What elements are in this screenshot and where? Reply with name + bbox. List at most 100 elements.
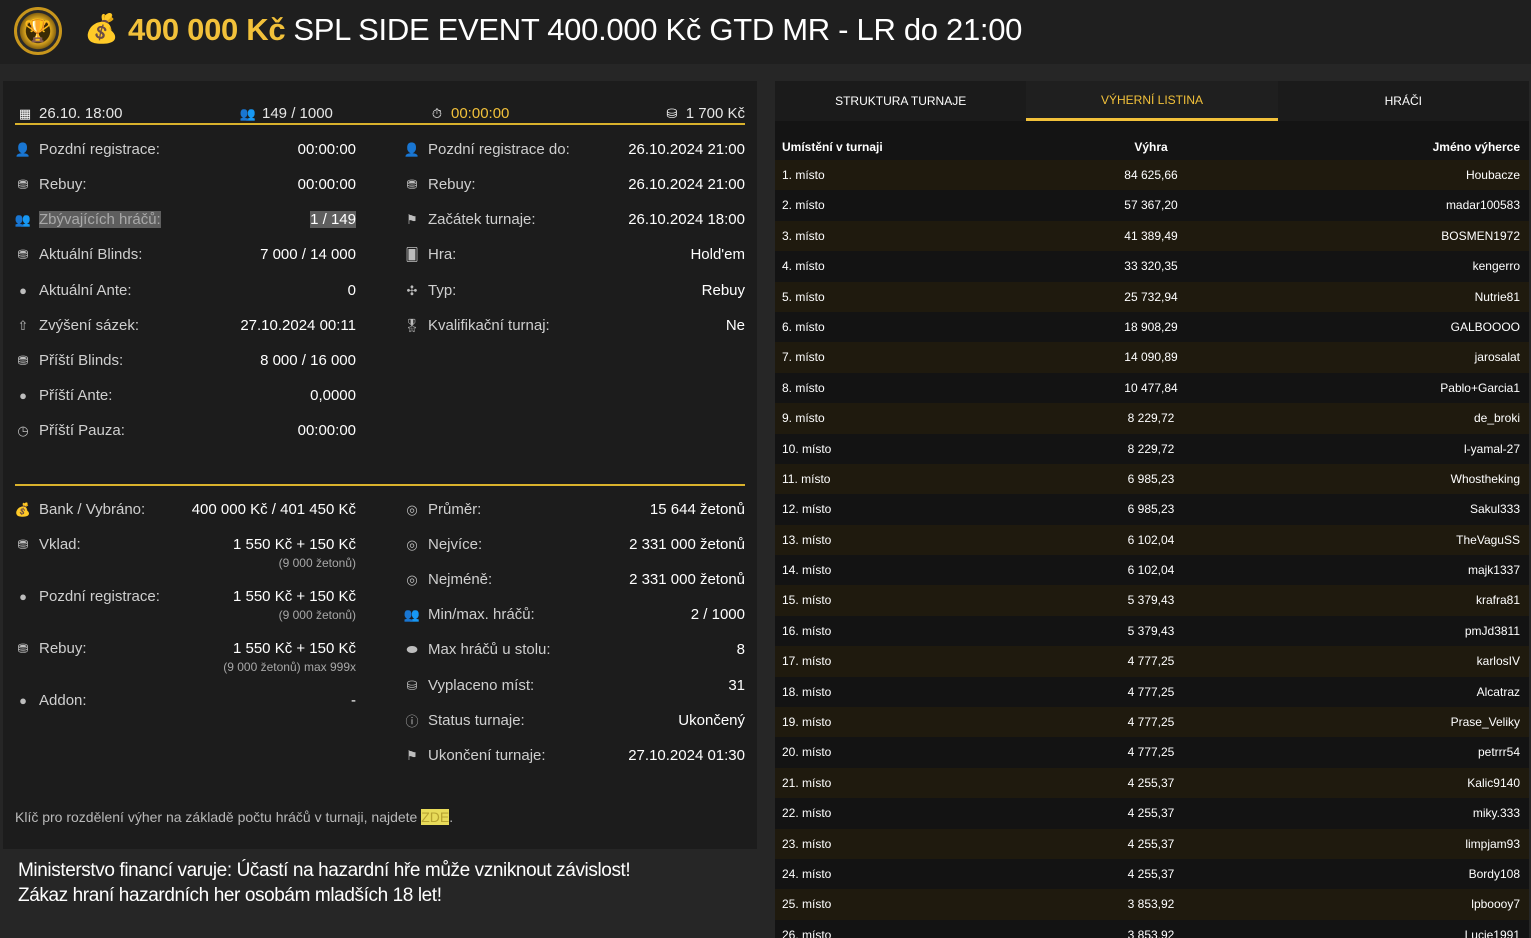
chips-icon: ⛃ xyxy=(17,246,29,262)
winner-cell: limpjam93 xyxy=(1465,836,1520,851)
winner-cell: Prase_Veliky xyxy=(1450,715,1520,730)
winner-cell: TheVaguSS xyxy=(1456,532,1520,547)
money-row: ◎ Nejvíce: 2 331 000 žetonů xyxy=(404,536,745,553)
winner-cell: Houbacze xyxy=(1465,168,1520,182)
winner-cell: Sakul333 xyxy=(1469,502,1520,517)
users-icon: 👥 xyxy=(403,606,421,622)
table-row: 12. místo 6 985,23 Sakul333 xyxy=(775,494,1529,525)
place-cell: 5. místo xyxy=(782,289,825,304)
prize-cell: 18 908,29 xyxy=(1124,319,1178,334)
poker-chip-icon: ◎ xyxy=(406,571,418,587)
gambling-warning: Ministerstvo financí varuje: Účastí na h… xyxy=(18,860,631,906)
chips-icon: ⛃ xyxy=(17,536,29,552)
prize-cell: 8 229,72 xyxy=(1127,441,1175,456)
place-cell: 25. místo xyxy=(782,897,832,912)
col-header-winner: Jméno výherce xyxy=(1432,140,1520,154)
money-row: ◎ Průměr: 15 644 žetonů xyxy=(404,501,745,518)
info-row: ⛃ Rebuy: 00:00:00 xyxy=(15,176,356,193)
table-row: 11. místo 6 985,23 Whostheking xyxy=(775,463,1529,495)
prize-cell: 5 379,43 xyxy=(1127,623,1175,638)
table-row: 21. místo 4 255,37 Kalic9140 xyxy=(775,767,1529,799)
prize-cell: 4 255,37 xyxy=(1127,866,1175,881)
chips-icon: ⛃ xyxy=(17,176,29,192)
winner-cell: Pablo+Garcia1 xyxy=(1440,380,1520,395)
payout-icon: ⛁ xyxy=(406,677,418,693)
flag-icon: ⚑ xyxy=(406,211,418,227)
info-row: ● Aktuální Ante: 0 xyxy=(15,282,356,299)
place-cell: 21. místo xyxy=(782,775,832,790)
prize-cell: 6 102,04 xyxy=(1127,532,1175,547)
prize-cell: 3 853,92 xyxy=(1127,927,1175,938)
info-icon: ⓘ xyxy=(405,714,419,729)
table-row: 14. místo 6 102,04 majk1337 xyxy=(775,555,1529,586)
place-cell: 26. místo xyxy=(782,927,832,938)
timer: ⏱ 00:00:00 xyxy=(429,105,509,122)
table-row: 8. místo 10 477,84 Pablo+Garcia1 xyxy=(775,372,1529,404)
place-cell: 14. místo xyxy=(782,563,832,578)
winner-cell: pmJd3811 xyxy=(1464,623,1520,638)
place-cell: 8. místo xyxy=(782,380,825,395)
winner-cell: karlosIV xyxy=(1476,654,1520,669)
winner-cell: Bordy108 xyxy=(1468,866,1520,881)
chip-icon: ● xyxy=(19,283,27,298)
prize-cell: 6 102,04 xyxy=(1127,563,1175,578)
info-row: ⚑ Začátek turnaje: 26.10.2024 18:00 xyxy=(404,211,745,228)
place-cell: 6. místo xyxy=(782,319,825,334)
winner-cell: de_broki xyxy=(1473,411,1520,426)
prize-cell: 8 229,72 xyxy=(1127,411,1175,426)
winner-cell: Kalic9140 xyxy=(1467,775,1520,790)
prize-cell: 84 625,66 xyxy=(1124,168,1178,182)
place-cell: 19. místo xyxy=(782,715,832,730)
winner-cell: krafra81 xyxy=(1475,593,1520,608)
place-cell: 22. místo xyxy=(782,806,832,821)
page-title: 400 000 Kč SPL SIDE EVENT 400.000 Kč GTD … xyxy=(128,12,1022,48)
player-count: 👥 149 / 1000 xyxy=(240,105,333,122)
calendar-icon: ▦ xyxy=(18,105,32,121)
prize-cell: 4 777,25 xyxy=(1127,684,1175,699)
stopwatch-icon: ⏱ xyxy=(431,105,443,121)
prize-cell: 4 255,37 xyxy=(1127,775,1175,790)
payout-key-link[interactable]: ZDE xyxy=(421,809,450,825)
poker-chip-icon: ◎ xyxy=(406,501,418,517)
prize-cell: 6 985,23 xyxy=(1127,471,1175,486)
table-row: 17. místo 4 777,25 karlosIV xyxy=(775,646,1529,677)
tab-payouts[interactable]: VÝHERNÍ LISTINA xyxy=(1026,81,1278,121)
table-row: 15. místo 5 379,43 krafra81 xyxy=(775,585,1529,616)
money-row: ● Addon: - xyxy=(15,692,356,709)
winner-cell: kengerro xyxy=(1472,259,1520,274)
place-cell: 9. místo xyxy=(782,411,825,426)
start-date: ▦ 26.10. 18:00 xyxy=(17,105,123,122)
table-row: 16. místo 5 379,43 pmJd3811 xyxy=(775,615,1529,647)
prize-cell: 4 255,37 xyxy=(1127,806,1175,821)
place-cell: 16. místo xyxy=(782,623,832,638)
tab-structure[interactable]: STRUKTURA TURNAJE xyxy=(775,81,1027,121)
table-row: 25. místo 3 853,92 lpboooy7 xyxy=(775,889,1529,920)
chip-icon: ● xyxy=(19,589,27,604)
prize-cell: 4 255,37 xyxy=(1127,836,1175,851)
money-sub: (9 000 žetonů) xyxy=(278,556,356,570)
prize-cell: 33 320,35 xyxy=(1124,259,1178,274)
money-sub: (9 000 žetonů) xyxy=(278,608,356,622)
player-count-value: 149 / 1000 xyxy=(262,105,333,122)
table-row: 4. místo 33 320,35 kengerro xyxy=(775,251,1529,282)
table-row: 9. místo 8 229,72 de_broki xyxy=(775,403,1529,434)
tab-players[interactable]: HRÁČI xyxy=(1277,81,1529,121)
info-row: ⇧ Zvýšení sázek: 27.10.2024 00:11 xyxy=(15,317,356,334)
users-icon: 👥 xyxy=(239,105,257,121)
winner-cell: madar100583 xyxy=(1445,198,1520,213)
place-cell: 1. místo xyxy=(782,168,825,182)
place-cell: 20. místo xyxy=(782,745,832,760)
prize-cell: 4 777,25 xyxy=(1127,745,1175,760)
prize-cell: 10 477,84 xyxy=(1124,380,1178,395)
tournament-info-panel: ▦ 26.10. 18:00 👥 149 / 1000 ⏱ 00:00:00 ⛁… xyxy=(3,81,757,849)
cards-icon: 🂠 xyxy=(405,246,419,262)
table-row: 2. místo 57 367,20 madar100583 xyxy=(775,190,1529,221)
place-cell: 18. místo xyxy=(782,684,832,699)
place-cell: 2. místo xyxy=(782,198,825,213)
info-row: ● Příští Ante: 0,0000 xyxy=(15,387,356,404)
buyin: ⛁ 1 700 Kč xyxy=(664,105,745,122)
money-bag-icon: 💰 xyxy=(84,13,119,44)
prize-cell: 41 389,49 xyxy=(1124,228,1178,243)
user-icon: 👤 xyxy=(14,141,32,157)
prize-cell: 4 777,25 xyxy=(1127,715,1175,730)
